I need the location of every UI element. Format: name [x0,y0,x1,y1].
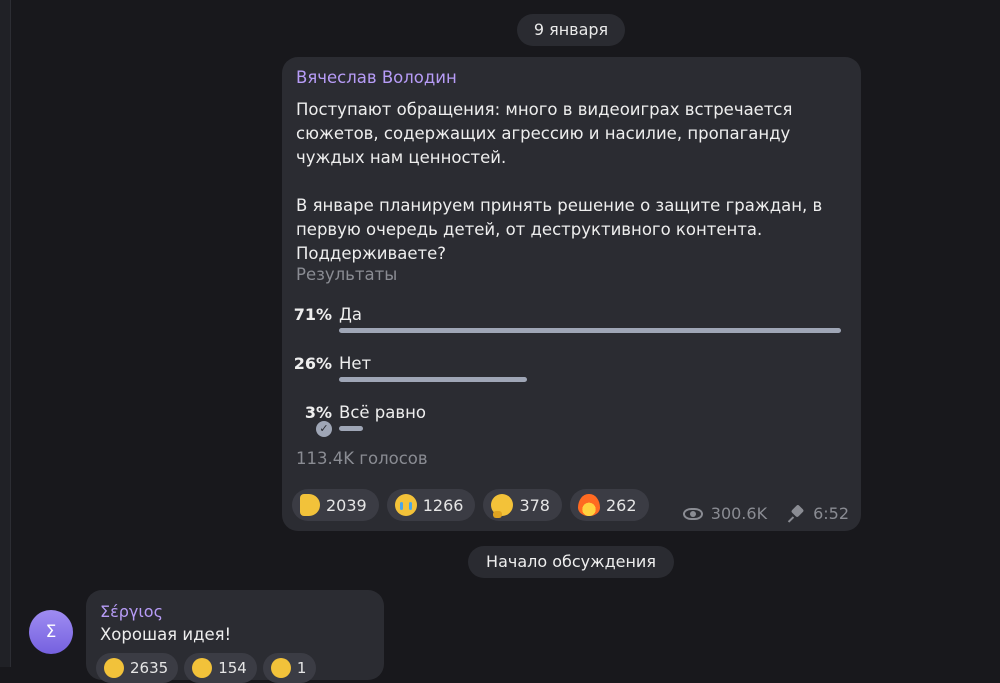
eye-icon [682,507,703,520]
reaction-party[interactable]: 1 [262,653,317,683]
poll-option-label: Всё равно [339,403,426,422]
poll-option-indifferent[interactable]: 3% Всё равно ✓ [282,403,861,443]
poll-option-yes[interactable]: 71% Да [282,305,861,345]
post-text: Поступают обращения: много в видеоиграх … [296,100,823,263]
reaction-count: 378 [519,495,550,515]
view-count: 300.6K [710,504,768,523]
post-author[interactable]: Вячеслав Володин [296,68,457,87]
checkmark-icon: ✓ [316,421,332,437]
avatar[interactable]: Σ [29,610,73,654]
reaction-crying[interactable]: 1266 [386,489,476,521]
poll-option-label: Нет [339,354,372,373]
comment-text: Хорошая идея! [100,625,232,644]
poll-option-no[interactable]: 26% Нет [282,354,861,394]
comment-reactions: 2635 154 1 [96,653,317,683]
channel-post[interactable]: Вячеслав Володин Поступают обращения: мн… [282,57,861,531]
poll-vote-count: 113.4K голосов [296,449,428,468]
thumbs-up-icon [192,658,213,678]
thumbs-up-icon [300,494,320,516]
reaction-count: 154 [218,659,247,677]
poll-option-percent: 71% [293,305,332,324]
reaction-count: 2039 [326,495,367,515]
post-time: 6:52 [813,504,849,523]
thinking-face-icon [491,494,514,518]
reaction-count: 262 [605,495,637,515]
party-face-icon [270,658,291,678]
reaction-thinking[interactable]: 378 [483,489,562,521]
reaction-thumbs-up[interactable]: 154 [184,653,257,683]
sidebar-edge [0,0,11,667]
reaction-count: 1 [296,659,307,677]
pin-icon [789,506,805,522]
poll-option-bar [339,328,841,333]
date-separator: 9 января [517,14,625,46]
clapping-hands-icon [104,658,124,678]
poll-option-percent: 3% [304,403,332,422]
poll-results-label: Результаты [296,265,398,284]
poll-option-bar [339,377,527,382]
avatar-letter: Σ [45,622,57,642]
post-reactions: 2039 1266 378 262 [292,489,649,521]
crying-face-icon [394,494,417,516]
reaction-fire[interactable]: 262 [569,489,649,521]
reaction-thumbs-up[interactable]: 2039 [292,489,379,521]
poll-option-bar [339,426,363,431]
reaction-clapping[interactable]: 2635 [96,653,179,683]
fire-icon [577,494,600,516]
reaction-count: 2635 [130,659,169,677]
poll-option-label: Да [339,305,363,324]
discussion-start-label: Начало обсуждения [468,546,674,578]
post-meta: 300.6K 6:52 [682,504,849,523]
reaction-count: 1266 [422,495,464,515]
poll-option-percent: 26% [293,354,332,373]
comment-author[interactable]: Σέργιος [100,602,163,621]
